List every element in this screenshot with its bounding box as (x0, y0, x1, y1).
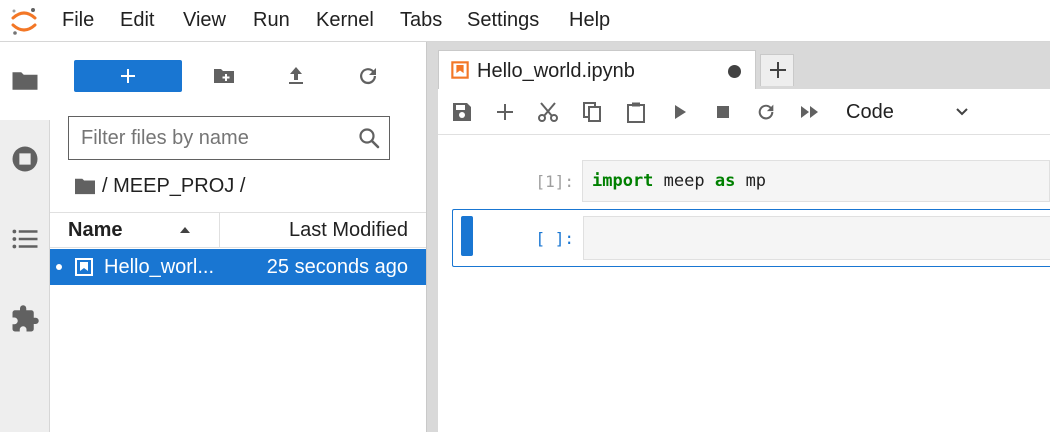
running-indicator (56, 264, 62, 270)
column-header-modified[interactable]: Last Modified (289, 219, 408, 242)
panel-splitter[interactable] (426, 42, 438, 432)
folder-icon (12, 72, 38, 90)
fast-forward-icon[interactable] (799, 101, 821, 123)
unsaved-dot-icon[interactable] (728, 65, 741, 78)
cell-prompt: [ ]: (535, 229, 574, 248)
toc-icon[interactable] (10, 224, 40, 254)
menu-file[interactable]: File (62, 9, 94, 32)
new-launcher-button[interactable] (74, 60, 182, 92)
activity-bar (0, 42, 50, 432)
file-modified: 25 seconds ago (266, 256, 408, 278)
code-editor[interactable] (583, 216, 1050, 260)
notebook-icon (75, 258, 93, 276)
menu-run[interactable]: Run (253, 9, 290, 32)
search-icon[interactable] (357, 126, 381, 150)
plus-icon (121, 69, 135, 83)
menu-kernel[interactable]: Kernel (316, 9, 374, 32)
running-icon[interactable] (10, 144, 40, 174)
menu-bar: File Edit View Run Kernel Tabs Settings … (0, 0, 1050, 42)
sort-ascending-icon (180, 227, 190, 233)
file-browser: / MEEP_PROJ / Name Last Modified Hello_w… (50, 42, 426, 432)
chevron-down-icon (956, 108, 968, 116)
menu-help[interactable]: Help (569, 9, 610, 32)
paste-icon[interactable] (625, 101, 647, 123)
notebook-icon (451, 61, 469, 79)
file-list-header: Name Last Modified (50, 212, 426, 248)
menu-tabs[interactable]: Tabs (400, 9, 442, 32)
cell-type-label: Code (846, 101, 894, 123)
code-line: import meep as mp (592, 171, 767, 191)
save-icon[interactable] (451, 101, 473, 123)
column-name-label: Name (68, 219, 123, 241)
tab-label: Hello_world.ipynb (477, 60, 635, 82)
cut-icon[interactable] (537, 101, 559, 123)
filter-input[interactable] (81, 125, 351, 151)
notebook-panel: Hello_world.ipynb Code [1]: import meep … (438, 42, 1050, 432)
tab-hello-world[interactable]: Hello_world.ipynb (438, 50, 756, 89)
copy-icon[interactable] (581, 101, 603, 123)
file-name: Hello_worl... (104, 256, 215, 278)
tab-bar: Hello_world.ipynb (438, 42, 1050, 89)
cell-type-select[interactable]: Code (838, 98, 978, 126)
new-folder-icon[interactable] (212, 64, 236, 88)
cell-prompt: [1]: (535, 172, 574, 191)
extension-icon[interactable] (10, 304, 40, 334)
filter-box (68, 116, 390, 160)
file-list-item[interactable]: Hello_worl... 25 seconds ago (50, 249, 426, 285)
code-cell[interactable]: [1]: import meep as mp (452, 158, 1050, 206)
activity-files-tab[interactable] (0, 42, 50, 120)
menu-settings[interactable]: Settings (467, 9, 539, 32)
restart-icon[interactable] (755, 101, 777, 123)
insert-cell-icon[interactable] (494, 101, 516, 123)
folder-icon[interactable] (74, 176, 96, 196)
column-header-name[interactable]: Name (50, 213, 220, 247)
stop-icon[interactable] (712, 101, 734, 123)
code-cell-active[interactable]: [ ]: (452, 209, 1050, 267)
add-tab-button[interactable] (760, 54, 794, 86)
notebook-toolbar: Code (438, 89, 1050, 135)
plus-icon (770, 62, 786, 78)
jupyter-logo-icon (11, 8, 37, 35)
breadcrumb-path[interactable]: / MEEP_PROJ / (102, 175, 245, 198)
active-cell-collapser[interactable] (461, 216, 473, 256)
upload-icon[interactable] (284, 64, 308, 88)
run-icon[interactable] (669, 101, 691, 123)
menu-view[interactable]: View (183, 9, 226, 32)
code-editor[interactable]: import meep as mp (582, 160, 1050, 202)
refresh-icon[interactable] (356, 64, 380, 88)
menu-edit[interactable]: Edit (120, 9, 154, 32)
